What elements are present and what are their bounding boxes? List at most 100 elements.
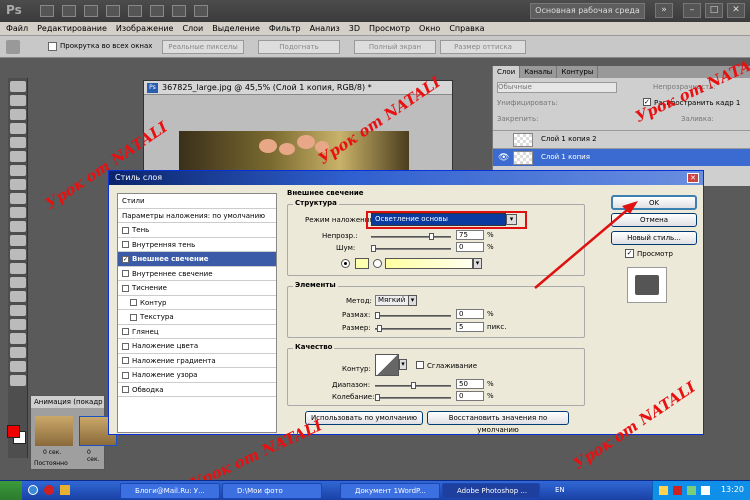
slider-knob[interactable]	[375, 394, 380, 401]
animation-frame-1[interactable]	[35, 416, 73, 446]
marquee-tool-icon[interactable]	[10, 95, 26, 106]
close-button[interactable]: ✕	[727, 3, 745, 18]
fit-screen-button[interactable]: Подогнать	[258, 40, 340, 54]
ie-icon[interactable]	[28, 485, 38, 495]
path-select-icon[interactable]	[10, 305, 26, 316]
slider-knob[interactable]	[429, 233, 434, 240]
type-tool-icon[interactable]	[10, 291, 26, 302]
gradient-radio[interactable]	[373, 259, 382, 268]
make-default-button[interactable]: Использовать по умолчанию	[305, 411, 423, 425]
menu-analysis[interactable]: Анализ	[310, 24, 340, 33]
slider-knob[interactable]	[377, 325, 382, 332]
print-size-button[interactable]: Размер оттиска	[440, 40, 526, 54]
brush-tool-icon[interactable]	[10, 179, 26, 190]
style-checkbox[interactable]	[122, 241, 129, 248]
style-checkbox[interactable]	[122, 270, 129, 277]
stamp-tool-icon[interactable]	[10, 193, 26, 204]
3d-rotate-icon[interactable]	[10, 333, 26, 344]
glow-color-swatch[interactable]	[355, 258, 369, 269]
contour-preview[interactable]	[375, 354, 399, 376]
ok-button[interactable]: OK	[611, 195, 697, 210]
menu-image[interactable]: Изображение	[116, 24, 174, 33]
folder-icon[interactable]	[60, 485, 70, 495]
chevron-down-icon[interactable]: ▾	[399, 359, 407, 370]
crop-tool-icon[interactable]	[10, 137, 26, 148]
opacity-slider[interactable]	[371, 233, 451, 240]
method-select[interactable]: Мягкий	[375, 295, 409, 306]
hand-preset-icon[interactable]	[6, 40, 20, 54]
3d-orbit-icon[interactable]	[10, 347, 26, 358]
layer-row[interactable]: Слой 1 копия 2	[493, 130, 750, 148]
dodge-tool-icon[interactable]	[10, 263, 26, 274]
minibridge-icon[interactable]	[62, 5, 76, 17]
slider-knob[interactable]	[375, 312, 380, 319]
healing-brush-icon[interactable]	[10, 165, 26, 176]
fill-screen-button[interactable]: Полный экран	[354, 40, 436, 54]
task-photoshop[interactable]: Adobe Photoshop ...	[442, 483, 540, 499]
jitter-field[interactable]: 0	[456, 391, 484, 401]
style-item[interactable]: Обводка	[118, 383, 276, 397]
slider-knob[interactable]	[411, 382, 416, 389]
tray-icon[interactable]	[659, 486, 668, 495]
style-item[interactable]: ✓ Внешнее свечение	[118, 252, 276, 267]
noise-field[interactable]: 0	[456, 242, 484, 252]
menu-view[interactable]: Просмотр	[369, 24, 410, 33]
style-checkbox[interactable]	[122, 357, 129, 364]
menu-help[interactable]: Справка	[449, 24, 484, 33]
frame-time-2[interactable]: 0 сек.	[87, 449, 104, 463]
task-wordpad[interactable]: Документ 1WordP...	[340, 483, 440, 499]
quick-select-icon[interactable]	[10, 123, 26, 134]
animation-panel-title[interactable]: Анимация (покадр	[31, 396, 104, 408]
shape-tool-icon[interactable]	[10, 319, 26, 330]
actual-pixels-button[interactable]: Реальные пикселы	[162, 40, 244, 54]
task-mail-blogs[interactable]: Блоги@Mail.Ru: У...	[120, 483, 220, 499]
eraser-tool-icon[interactable]	[10, 221, 26, 232]
tab-paths[interactable]: Контуры	[557, 66, 599, 78]
hand-tool-icon[interactable]	[10, 361, 26, 372]
menu-file[interactable]: Файл	[6, 24, 28, 33]
workspace-button[interactable]: Основная рабочая среда	[530, 3, 645, 19]
zoom-level-icon[interactable]	[106, 5, 120, 17]
new-style-button[interactable]: Новый стиль...	[611, 231, 697, 245]
style-item[interactable]: Контур	[118, 296, 276, 310]
task-my-photos[interactable]: D:\Мои фото	[222, 483, 322, 499]
tray-icon[interactable]	[673, 486, 682, 495]
gradient-tool-icon[interactable]	[10, 235, 26, 246]
frame-time-1[interactable]: 0 сек.	[43, 449, 61, 456]
style-checkbox[interactable]	[122, 226, 129, 234]
dialog-close-button[interactable]: ✕	[687, 173, 699, 183]
glow-gradient-swatch[interactable]	[385, 258, 473, 269]
slider-knob[interactable]	[371, 245, 376, 252]
style-item[interactable]: Наложение градиента	[118, 354, 276, 368]
chevron-down-icon[interactable]: ▾	[473, 258, 482, 269]
tray-icon[interactable]	[687, 486, 696, 495]
style-checkbox[interactable]	[122, 371, 129, 379]
style-item[interactable]: Текстура	[118, 310, 276, 325]
style-item[interactable]: Внутреннее свечение	[118, 267, 276, 281]
menu-edit[interactable]: Редактирование	[37, 24, 107, 33]
start-button[interactable]	[0, 481, 22, 500]
opacity-field[interactable]: 75	[456, 230, 484, 240]
extras-icon[interactable]	[84, 5, 98, 17]
color-radio[interactable]	[341, 259, 350, 268]
hand-tool-icon[interactable]	[128, 5, 142, 17]
style-item[interactable]: Тень	[118, 223, 276, 238]
loop-select[interactable]: Постоянно	[34, 460, 68, 467]
pen-tool-icon[interactable]	[10, 277, 26, 288]
style-checkbox[interactable]	[122, 328, 129, 335]
history-brush-icon[interactable]	[10, 207, 26, 218]
eye-icon[interactable]: 👁	[498, 153, 509, 163]
menu-window[interactable]: Окно	[419, 24, 440, 33]
style-item[interactable]: Тиснение	[118, 281, 276, 296]
menu-layers[interactable]: Слои	[182, 24, 203, 33]
maximize-button[interactable]: □	[705, 3, 723, 18]
style-checkbox[interactable]	[122, 342, 129, 350]
dialog-title-bar[interactable]: Стиль слоя ✕	[109, 171, 703, 185]
jitter-slider[interactable]	[375, 394, 451, 401]
scroll-all-checkbox[interactable]	[48, 42, 57, 51]
bridge-icon[interactable]	[40, 5, 54, 17]
zoom-tool-icon[interactable]	[10, 375, 26, 386]
size-slider[interactable]	[375, 325, 451, 332]
eyedropper-icon[interactable]	[10, 151, 26, 162]
spread-field[interactable]: 0	[456, 309, 484, 319]
